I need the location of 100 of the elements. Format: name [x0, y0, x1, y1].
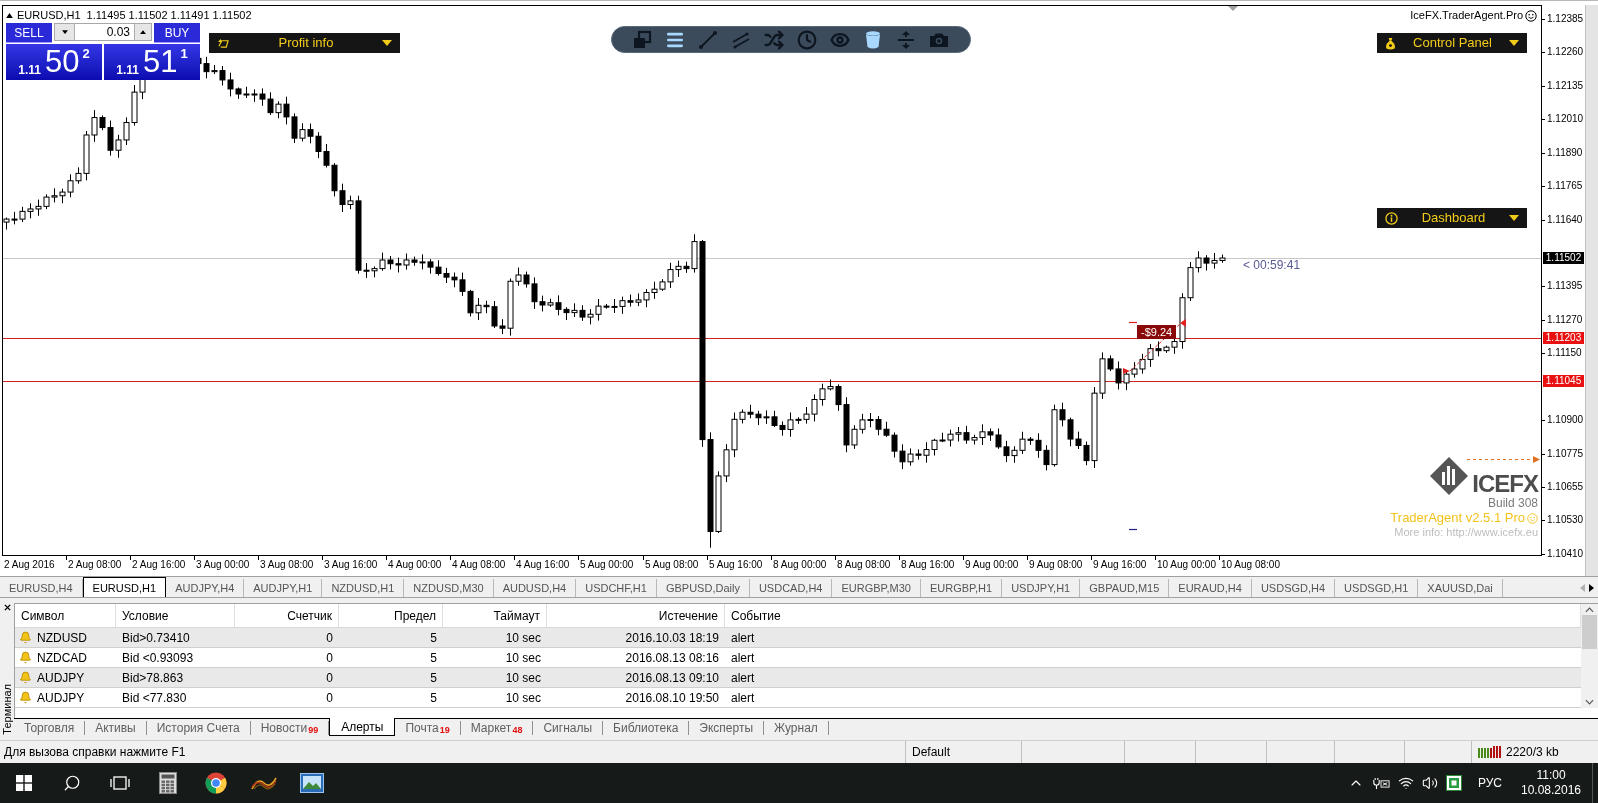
stacked-windows-icon[interactable]	[110, 775, 130, 791]
table-cell-text: 0	[325, 629, 334, 647]
chart-tab[interactable]: EURGBP,M30	[832, 579, 921, 597]
logo-text: ICEFX	[1472, 472, 1538, 496]
chart-tab[interactable]: EURUSD,H1	[82, 577, 167, 597]
order-marker	[1128, 528, 1138, 531]
table-row[interactable]: NZDUSD Bid>0.73410 0 5 10 sec 2016.10.03 18:19 alert	[15, 628, 1581, 648]
column-header[interactable]: Символ	[15, 604, 116, 627]
chart-tab[interactable]: USDSGD,H4	[1251, 579, 1336, 597]
price-label: 1.10410	[1542, 548, 1584, 560]
chart-area[interactable]	[2, 5, 1542, 556]
table-cell-text: 0	[325, 649, 334, 667]
table-cell-text: Bid>0.73410	[121, 629, 191, 647]
price-label: 1.12135	[1542, 80, 1584, 92]
time-label: 5 Aug 16:00	[707, 556, 763, 571]
table-cell-text: alert	[730, 629, 756, 647]
time-label: 8 Aug 08:00	[835, 556, 891, 571]
terminal-tab[interactable]: Эксперты	[689, 721, 765, 735]
quote-values: 1.11495 1.11502 1.11491 1.11502	[86, 9, 252, 22]
chart-tab[interactable]: USDSGD,H1	[1335, 579, 1419, 597]
column-header[interactable]: Таймаут	[443, 604, 547, 627]
expert-name: IceFX.TraderAgent.Pro	[1410, 9, 1523, 22]
chart-tab[interactable]: GBPUSD,Daily	[656, 579, 750, 597]
terminal-tab[interactable]: Маркет48	[460, 721, 534, 735]
terminal-tab[interactable]: Журнал	[764, 721, 829, 735]
chart-tab[interactable]: NZDUSD,H1	[322, 579, 405, 597]
trade-arrow-line	[1123, 319, 1186, 374]
column-header[interactable]: Предел	[339, 604, 443, 627]
time-label: 3 Aug 00:00	[194, 556, 250, 571]
profit-info-toggle[interactable]: Profit info	[209, 33, 400, 53]
triangle-up-icon[interactable]	[6, 13, 13, 18]
terminal-tab[interactable]: История Счета	[146, 721, 251, 735]
app-tile-icon[interactable]	[1445, 775, 1462, 791]
scrollbar-thumb[interactable]	[1582, 615, 1597, 649]
chart-tab[interactable]: USDJPY,H1	[1002, 579, 1081, 597]
table-cell-text: 0	[325, 689, 334, 707]
build-text: Build 308	[1487, 496, 1538, 510]
smiley-icon	[1525, 9, 1537, 22]
table-row[interactable]: AUDJPY Bid <77.830 0 5 10 sec 2016.08.10 19:50 alert	[15, 688, 1581, 708]
table-cell-text: 5	[429, 629, 438, 647]
wave-icon[interactable]	[251, 776, 277, 790]
table-cell-text: 2016.08.13 08:16	[624, 649, 720, 667]
shift-marker-icon[interactable]	[1228, 6, 1238, 11]
four-panes-icon[interactable]	[16, 775, 32, 791]
calculator-icon[interactable]	[159, 772, 177, 794]
terminal-tab[interactable]: Алерты	[329, 718, 396, 736]
picture-icon[interactable]	[300, 773, 324, 793]
speaker-icon[interactable]	[1421, 775, 1438, 791]
terminal-tab[interactable]: Почта19	[395, 721, 461, 735]
table-row[interactable]: AUDJPY Bid>78.863 0 5 10 sec 2016.08.13 09:10 alert	[15, 668, 1581, 688]
chart-tab[interactable]: USDCAD,H4	[749, 579, 833, 597]
time-label: 5 Aug 08:00	[643, 556, 699, 571]
chart-tab[interactable]: AUDUSD,H4	[493, 579, 577, 597]
terminal-tab[interactable]: Сигналы	[533, 721, 604, 735]
table-cell-text: 0	[325, 669, 334, 687]
sell-button[interactable]: SELL	[6, 23, 52, 43]
chart-tab[interactable]: USDCHF,H1	[576, 579, 657, 597]
table-cell-text: 10 sec	[504, 629, 542, 647]
table-cell-text: 10 sec	[504, 689, 542, 707]
terminal-tab[interactable]: Активы	[85, 721, 147, 735]
table-cell-text: 2016.08.10 19:50	[624, 689, 720, 707]
bid-price-label: 1.11502	[1543, 252, 1584, 264]
table-cell-text: 2016.08.13 09:10	[624, 669, 720, 687]
chart-tab[interactable]: EURUSD,H4	[0, 579, 83, 597]
time-label: 9 Aug 08:00	[1027, 556, 1083, 571]
terminal-tab[interactable]: Библиотека	[603, 721, 690, 735]
chart-tab[interactable]: EURAUD,H4	[1169, 579, 1252, 597]
scrollbar[interactable]	[1581, 604, 1598, 708]
terminal-tab[interactable]: Торговля	[14, 721, 86, 735]
buy-button[interactable]: BUY	[154, 23, 200, 43]
column-header[interactable]: Счетчик	[235, 604, 339, 627]
chart-tab[interactable]: EURGBP,H1	[921, 579, 1003, 597]
color-ring-icon[interactable]	[205, 772, 227, 794]
time-label: 3 Aug 08:00	[258, 556, 314, 571]
clock-date[interactable]: 10.08.2016	[1520, 783, 1582, 798]
chart-tab[interactable]: AUDJPY,H1	[244, 579, 323, 597]
plug-icon[interactable]	[1371, 776, 1390, 790]
chart-tab[interactable]: GBPAUD,M15	[1080, 579, 1170, 597]
cup-icon[interactable]	[863, 29, 883, 50]
column-header[interactable]: Условие	[116, 604, 235, 627]
profit-label: -$9.24	[1137, 325, 1177, 339]
table-cell: AUDJPY	[37, 670, 85, 685]
column-header[interactable]: Истечение	[547, 604, 725, 627]
price-label: 1.11150	[1542, 347, 1582, 359]
close-icon[interactable]	[3, 604, 11, 611]
wifi-icon[interactable]	[1397, 775, 1414, 791]
table-row[interactable]: NZDCAD Bid <0.93093 0 5 10 sec 2016.08.13 08:16 alert	[15, 648, 1581, 668]
signal-bars-icon	[1478, 746, 1502, 758]
search-icon[interactable]	[63, 774, 81, 792]
chart-tab[interactable]: NZDUSD,M30	[404, 579, 494, 597]
chart-tab[interactable]: XAUUSD,Dai	[1418, 579, 1503, 597]
language-indicator[interactable]: РУС	[1469, 774, 1510, 792]
panel-toggle[interactable]: Dashboard	[1377, 208, 1527, 228]
time-label: 4 Aug 08:00	[450, 556, 506, 571]
price-label: 1.11765	[1542, 180, 1583, 192]
bell-icon	[19, 671, 32, 684]
clock-time[interactable]: 11:00	[1536, 768, 1566, 783]
right-arrow-icon[interactable]	[1589, 584, 1594, 592]
chart-tab[interactable]: AUDJPY,H4	[166, 579, 245, 597]
panel-toggle[interactable]: Control Panel	[1377, 33, 1527, 53]
